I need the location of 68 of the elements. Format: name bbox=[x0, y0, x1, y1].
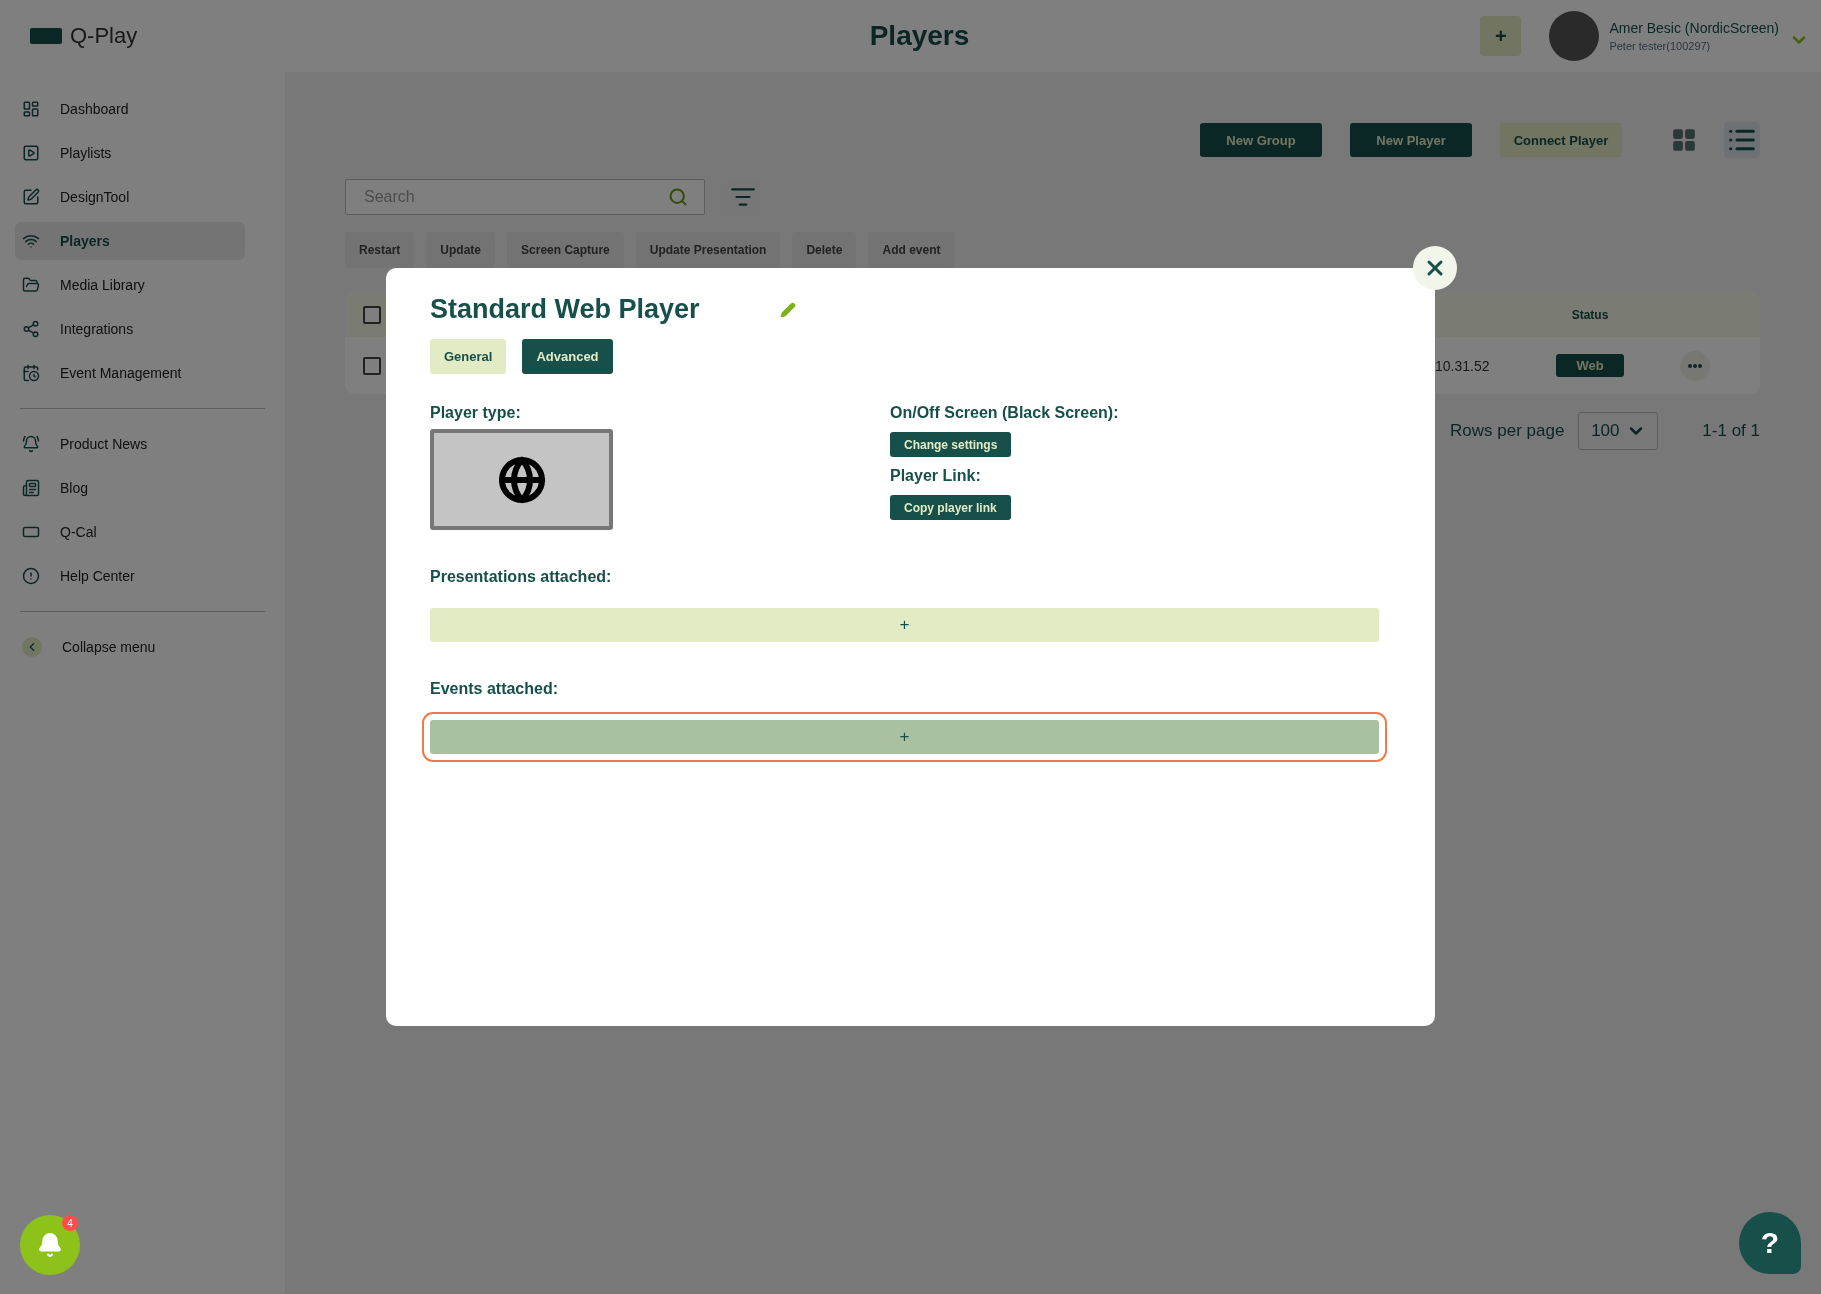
folder-icon bbox=[22, 276, 40, 294]
add-attachment-button[interactable]: + bbox=[430, 608, 1379, 642]
bell-icon bbox=[37, 1232, 63, 1258]
sidebar-item[interactable]: Q-Cal bbox=[15, 513, 245, 551]
sidebar-item[interactable]: Dashboard bbox=[15, 90, 245, 128]
play-icon bbox=[22, 144, 40, 162]
page-range: 1-1 of 1 bbox=[1702, 421, 1760, 441]
sidebar-item[interactable]: Playlists bbox=[15, 134, 245, 172]
field-label: Presentations attached: bbox=[430, 568, 613, 586]
action-button[interactable]: Update Presentation bbox=[635, 232, 781, 268]
globe-icon bbox=[497, 455, 546, 504]
toolbar-button[interactable]: New Player bbox=[1350, 123, 1472, 157]
action-button[interactable]: Add event bbox=[868, 232, 955, 268]
add-button[interactable]: + bbox=[1480, 16, 1522, 56]
table-cell-text: 10.31.52 bbox=[1434, 357, 1491, 374]
tab[interactable]: General bbox=[430, 339, 507, 374]
player-type-tile[interactable] bbox=[430, 429, 613, 530]
change-settings-button[interactable]: Change settings bbox=[890, 432, 1012, 457]
action-button[interactable]: Delete bbox=[792, 232, 857, 268]
sidebar-item[interactable]: Event Management bbox=[15, 354, 245, 392]
action-button[interactable]: Restart bbox=[345, 232, 415, 268]
rows-per-page-select[interactable]: 100 bbox=[1578, 412, 1659, 450]
action-button[interactable]: Screen Capture bbox=[507, 232, 624, 268]
sidebar-item[interactable]: Players bbox=[15, 222, 245, 260]
sidebar-item[interactable]: Media Library bbox=[15, 266, 245, 304]
pencil-icon[interactable] bbox=[779, 301, 796, 318]
field-label: On/Off Screen (Black Screen): bbox=[890, 404, 1119, 422]
sidebar-item[interactable]: Integrations bbox=[15, 310, 245, 348]
checkbox[interactable] bbox=[363, 305, 381, 324]
sidebar-item[interactable]: Blog bbox=[15, 469, 245, 507]
grid-icon bbox=[1671, 127, 1697, 153]
field-label: Player type: bbox=[430, 404, 521, 422]
wifi-icon bbox=[22, 232, 40, 250]
share-icon bbox=[22, 320, 40, 338]
newspaper-icon bbox=[22, 479, 40, 497]
action-button[interactable]: Update bbox=[426, 232, 496, 268]
sidebar-item[interactable]: Help Center bbox=[15, 557, 245, 595]
column-header: Status bbox=[1570, 307, 1610, 322]
search-icon bbox=[668, 187, 688, 207]
field-label: Player Link: bbox=[890, 467, 981, 485]
collapse-menu-item[interactable]: Collapse menu bbox=[15, 628, 245, 666]
dialog-title: Standard Web Player bbox=[430, 294, 700, 325]
more-button[interactable] bbox=[1680, 350, 1710, 381]
user-name: Amer Besic (NordicScreen) bbox=[1609, 20, 1779, 36]
dashboard-icon bbox=[22, 100, 40, 118]
toolbar-button[interactable]: New Group bbox=[1200, 123, 1322, 157]
logo-text: Q-Play bbox=[70, 23, 138, 49]
page-title: Players bbox=[869, 20, 970, 52]
calendar-clock-icon bbox=[22, 364, 40, 382]
sidebar-item[interactable]: DesignTool bbox=[15, 178, 245, 216]
field-label: Events attached: bbox=[430, 680, 560, 698]
add-attachment-button[interactable]: + bbox=[430, 720, 1379, 754]
bell-icon bbox=[22, 435, 40, 453]
chevron-left-icon bbox=[22, 637, 42, 657]
alert-icon bbox=[22, 567, 40, 585]
checkbox[interactable] bbox=[363, 356, 381, 375]
list-view-button[interactable] bbox=[1724, 122, 1760, 158]
logo-mark bbox=[30, 28, 62, 44]
ellipsis-icon bbox=[1688, 363, 1702, 368]
status-badge: Web bbox=[1556, 354, 1624, 377]
user-subtitle: Peter tester(100297) bbox=[1609, 40, 1712, 52]
pen-square-icon bbox=[22, 188, 40, 206]
rows-per-page-label: Rows per page bbox=[1450, 421, 1565, 441]
tab[interactable]: Advanced bbox=[522, 339, 613, 374]
toolbar-button[interactable]: Connect Player bbox=[1500, 123, 1622, 157]
avatar bbox=[1549, 11, 1600, 61]
copy-link-button[interactable]: Copy player link bbox=[890, 495, 1011, 520]
sidebar-item[interactable]: Product News bbox=[15, 425, 245, 463]
